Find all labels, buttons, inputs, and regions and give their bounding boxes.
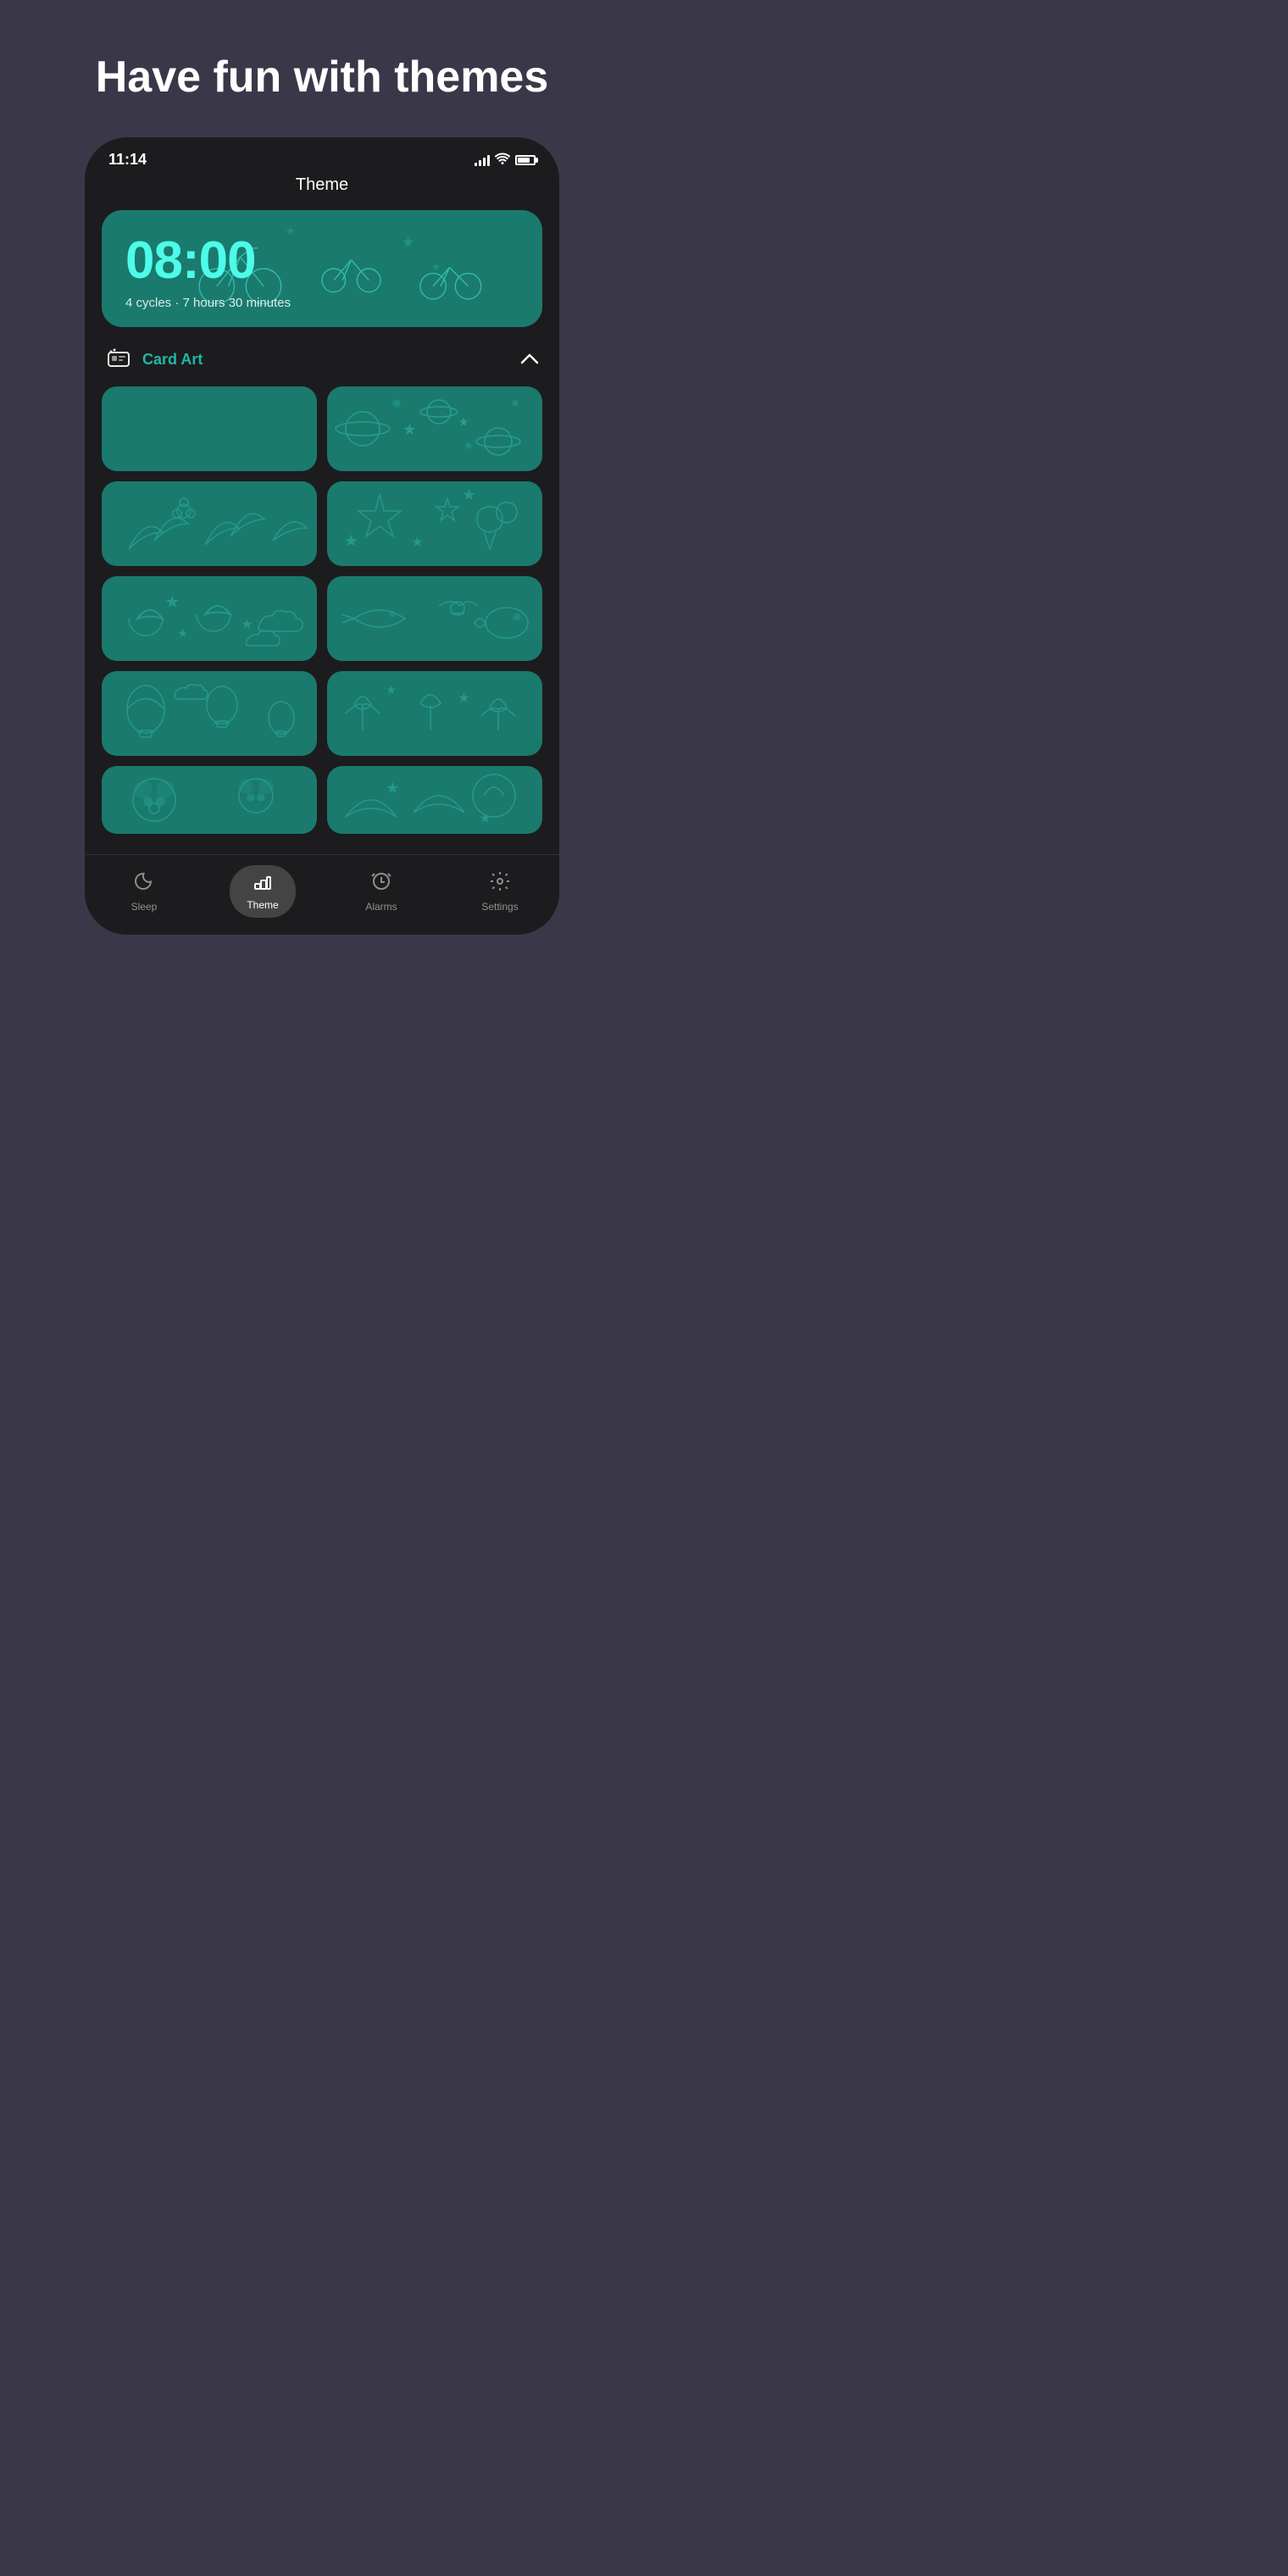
status-time: 11:14 — [108, 151, 147, 169]
card-art-item-1[interactable] — [102, 386, 317, 471]
svg-text:★: ★ — [243, 620, 251, 630]
moon-pattern-icon: ★ ★ ★ — [102, 576, 317, 661]
svg-text:★: ★ — [460, 418, 467, 426]
nav-label-alarms: Alarms — [365, 901, 397, 913]
panda-pattern-icon — [102, 766, 317, 834]
sleep-icon — [133, 870, 155, 897]
signal-bars-icon — [475, 154, 490, 166]
card-art-item-7[interactable] — [102, 671, 317, 756]
nav-item-settings[interactable]: Settings — [441, 870, 559, 913]
hero-title: Have fun with themes — [76, 51, 568, 103]
botanical-pattern-icon — [102, 481, 317, 566]
nav-item-theme[interactable]: Theme — [203, 865, 322, 918]
screen-title: Theme — [102, 175, 542, 195]
section-header-left: Card Art — [105, 346, 203, 373]
stars-pattern-icon: ★ ★ ★ — [327, 481, 542, 566]
bottom-nav: Sleep Theme — [85, 854, 559, 935]
phone-frame: 11:14 Theme — [85, 137, 559, 935]
nav-label-theme: Theme — [247, 899, 278, 911]
misc-pattern-icon: ★ ★ — [327, 766, 542, 834]
nav-label-sleep: Sleep — [131, 901, 158, 913]
nav-item-sleep[interactable]: Sleep — [85, 870, 203, 913]
nav-pill-theme: Theme — [230, 865, 295, 918]
svg-text:★: ★ — [346, 534, 357, 547]
section-label: Card Art — [142, 351, 203, 369]
status-icons — [475, 153, 536, 167]
space-pattern-icon: ★ ★ — [327, 386, 542, 471]
svg-text:★: ★ — [167, 595, 178, 608]
card-art-item-6[interactable] — [327, 576, 542, 661]
balloons-pattern-icon — [102, 671, 317, 756]
settings-icon — [489, 870, 511, 897]
card-art-icon — [105, 346, 132, 373]
battery-icon — [515, 155, 536, 165]
svg-text:★: ★ — [460, 694, 468, 703]
theme-icon — [253, 872, 272, 896]
svg-text:★: ★ — [180, 630, 186, 637]
svg-text:★: ★ — [405, 424, 414, 436]
card-art-item-3[interactable] — [102, 481, 317, 566]
card-art-item-10[interactable]: ★ ★ — [327, 766, 542, 834]
alarms-icon — [370, 870, 392, 897]
section-header: Card Art — [102, 346, 542, 373]
card-art-item-4[interactable]: ★ ★ ★ — [327, 481, 542, 566]
svg-text:★: ★ — [464, 489, 474, 501]
collapse-chevron-icon[interactable] — [520, 350, 539, 369]
svg-text:★: ★ — [388, 782, 397, 794]
wifi-icon — [495, 153, 510, 167]
alarm-detail: 4 cycles · 7 hours 30 minutes — [125, 296, 519, 310]
card-art-grid: ★ ★ — [102, 386, 542, 834]
animals-pattern-icon — [327, 576, 542, 661]
svg-text:★: ★ — [414, 538, 421, 547]
card-art-item-8[interactable]: ★ ★ — [327, 671, 542, 756]
svg-text:★: ★ — [481, 814, 489, 824]
card-art-item-9[interactable] — [102, 766, 317, 834]
nav-label-settings: Settings — [481, 901, 518, 913]
card-art-item-2[interactable]: ★ ★ — [327, 386, 542, 471]
nav-item-alarms[interactable]: Alarms — [322, 870, 441, 913]
status-bar: 11:14 — [85, 137, 559, 175]
screen-content: Theme — [85, 175, 559, 851]
floral-pattern-icon: ★ ★ — [327, 671, 542, 756]
alarm-card[interactable]: ★ ★ ★ 08:00 4 cycles · 7 hours 30 minute… — [102, 210, 542, 327]
svg-text:★: ★ — [388, 686, 394, 694]
card-art-item-5[interactable]: ★ ★ ★ — [102, 576, 317, 661]
alarm-time: 08:00 — [125, 230, 519, 291]
